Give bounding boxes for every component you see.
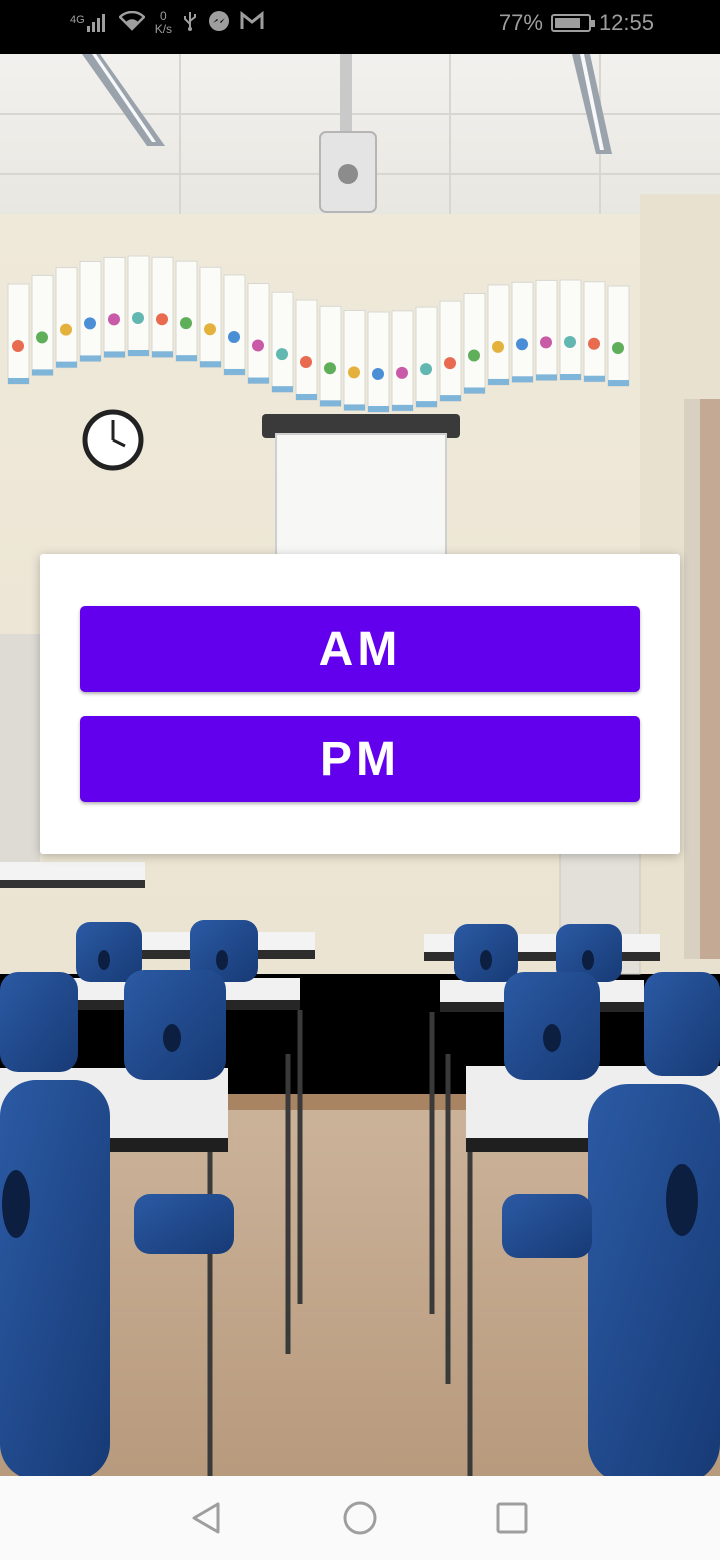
status-bar: 4G 0 K/s 77% 12:55 (0, 0, 720, 54)
clock: 12:55 (598, 10, 654, 35)
usb-icon (182, 10, 198, 37)
navigation-bar (0, 1476, 720, 1560)
status-left: 4G 0 K/s (70, 8, 264, 38)
pm-button[interactable]: PM (80, 716, 640, 802)
home-icon[interactable] (340, 1498, 380, 1538)
messenger-icon (208, 10, 230, 37)
battery-fill (554, 18, 580, 28)
network-type: 4G (70, 14, 85, 26)
wifi-icon (117, 10, 146, 36)
battery-percent: 77% (498, 10, 543, 35)
am-pm-dialog: AM PM (40, 554, 680, 854)
net-speed: 0 K/s (155, 10, 172, 36)
gmail-icon (240, 10, 264, 36)
signal-icon: 4G (70, 14, 109, 32)
am-button[interactable]: AM (80, 606, 640, 692)
net-speed-unit: K/s (154, 22, 173, 36)
recents-icon[interactable] (492, 1498, 532, 1538)
status-right: 77% 12:55 (499, 8, 654, 38)
back-icon[interactable] (186, 1498, 226, 1538)
battery-icon (550, 14, 595, 32)
